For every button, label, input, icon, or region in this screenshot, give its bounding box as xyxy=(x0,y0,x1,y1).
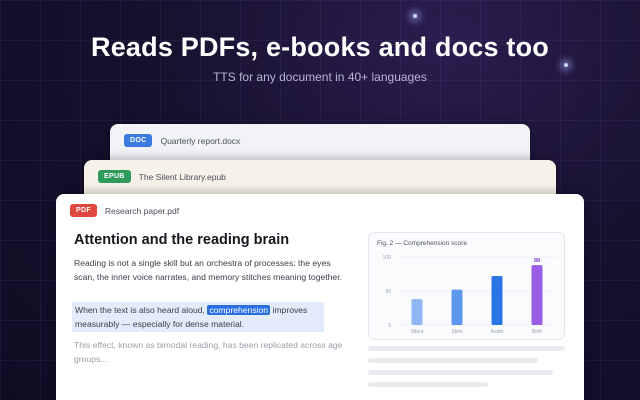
pdf-badge: PDF xyxy=(70,204,97,217)
glow-star-top xyxy=(413,14,417,18)
doc-card-header: DOC Quarterly report.docx xyxy=(110,124,530,157)
skeleton-line-1 xyxy=(368,346,565,351)
epub-filename: The Silent Library.epub xyxy=(138,171,226,182)
x-tick-label-skim: Skim xyxy=(451,329,462,335)
epub-card-header: EPUB The Silent Library.epub xyxy=(84,160,556,193)
pdf-filename: Research paper.pdf xyxy=(104,205,180,216)
y-tick-label-100: 100 xyxy=(383,255,392,261)
glow-star-right xyxy=(564,63,568,67)
current-word-highlight[interactable]: comprehension xyxy=(207,305,271,315)
skeleton-line-4 xyxy=(368,382,488,387)
article-paragraph-3: This effect, known as bimodal reading, h… xyxy=(74,340,343,364)
paragraph-2-lead: When the text is also heard aloud, xyxy=(75,305,208,315)
pdf-card-header: PDF Research paper.pdf xyxy=(56,194,584,227)
x-tick-label-both: Both xyxy=(532,329,543,335)
bar-audio xyxy=(491,276,503,325)
hero-subtitle: TTS for any document in 40+ languages xyxy=(213,70,427,84)
hero-title: Reads PDFs, e-books and docs too xyxy=(91,32,549,62)
skeleton-line-3 xyxy=(368,370,553,375)
y-tick-label-0: 0 xyxy=(388,323,391,329)
doc-badge: DOC xyxy=(124,134,153,147)
comprehension-chart: Fig. 2 — Comprehension score 0 50 100 Silen… xyxy=(368,232,565,340)
article-title: Attention and the reading brain xyxy=(74,232,290,248)
bar-silent xyxy=(411,299,423,325)
x-tick-label-audio: Audio xyxy=(491,329,504,335)
bar-both xyxy=(531,265,543,325)
epub-badge: EPUB xyxy=(98,170,131,183)
data-label-both: 88 xyxy=(534,258,540,264)
article-paragraph-2-reading: When the text is also heard aloud, compr… xyxy=(72,302,324,332)
chart-svg: 0 50 100 Silent Skim Audio Both 88 xyxy=(383,255,557,335)
article-paragraph-1: Reading is not a single skill but an orc… xyxy=(74,258,342,282)
x-tick-label-silent: Silent xyxy=(411,329,424,335)
pdf-card[interactable]: PDF Research paper.pdf Attention and the… xyxy=(56,194,584,400)
skeleton-line-2 xyxy=(368,358,538,363)
doc-filename: Quarterly report.docx xyxy=(160,135,241,146)
y-tick-label-50: 50 xyxy=(385,289,391,295)
bar-skim xyxy=(451,289,463,325)
